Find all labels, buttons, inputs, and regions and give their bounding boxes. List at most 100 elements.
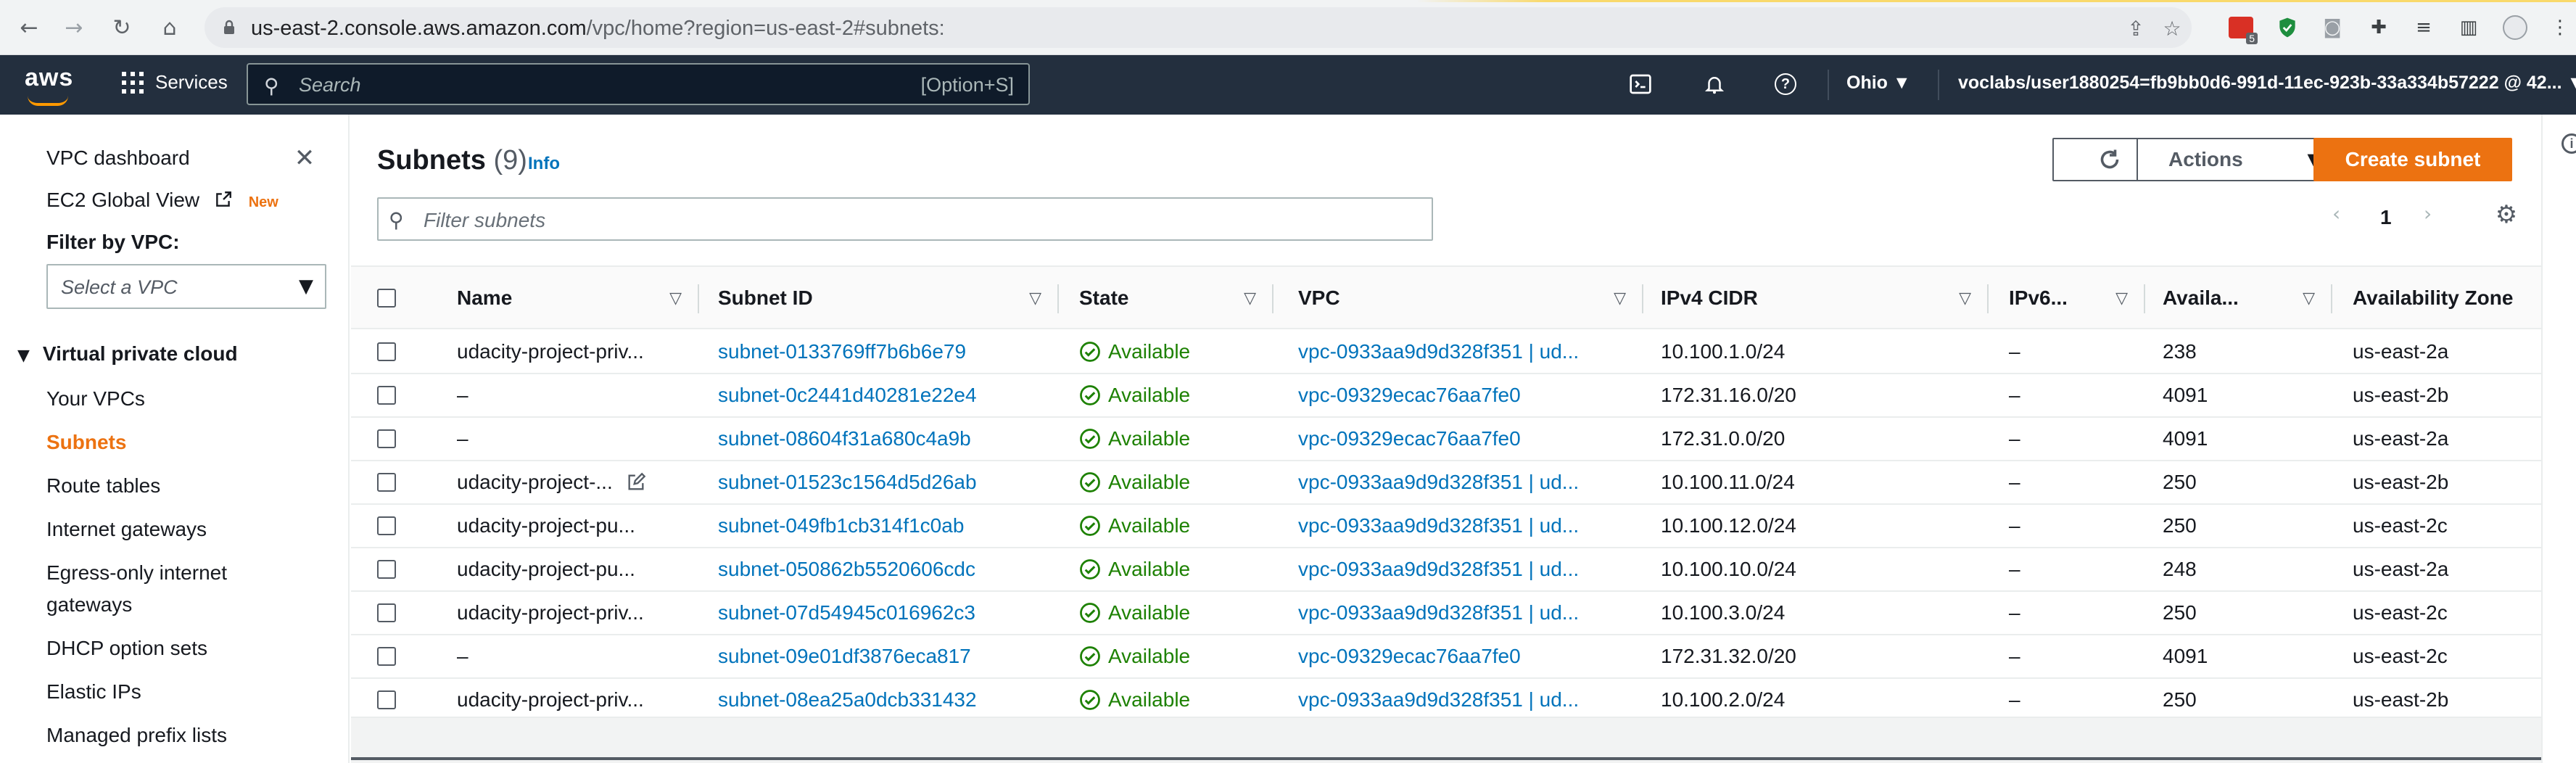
sidebar-item-your-vpcs[interactable]: Your VPCs: [46, 387, 145, 411]
table-row[interactable]: udacity-project-pu... subnet-049fb1cb314f…: [351, 505, 2541, 548]
browser-menu-icon[interactable]: ⋮: [2546, 13, 2575, 42]
row-checkbox[interactable]: [377, 342, 396, 361]
row-checkbox[interactable]: [377, 429, 396, 448]
bookmark-star-icon[interactable]: ☆: [2161, 17, 2183, 41]
cell-vpc-link[interactable]: vpc-09329ecac76aa7fe0: [1298, 635, 1639, 677]
cell-vpc-link[interactable]: vpc-0933aa9d9d328f351 | ud...: [1298, 461, 1639, 503]
cell-vpc-link[interactable]: vpc-0933aa9d9d328f351 | ud...: [1298, 679, 1639, 721]
cell-vpc-link[interactable]: vpc-09329ecac76aa7fe0: [1298, 418, 1639, 460]
page-number[interactable]: 1: [2380, 206, 2392, 229]
cell-name-text: –: [457, 645, 468, 667]
column-header-state[interactable]: State ▽: [1079, 267, 1272, 329]
table-row[interactable]: – subnet-0c2441d40281e22e4 Available vpc-09…: [351, 374, 2541, 418]
account-menu[interactable]: voclabs/user1880254=fb9bb0d6-991d-11ec-9…: [1958, 73, 2576, 94]
cell-vpc-link[interactable]: vpc-0933aa9d9d328f351 | ud...: [1298, 592, 1639, 634]
column-header-ipv6[interactable]: IPv6... ▽: [2009, 267, 2144, 329]
check-circle-icon: [1080, 516, 1100, 536]
table-row[interactable]: udacity-project-... subnet-01523c1564d5d2…: [351, 461, 2541, 505]
column-header-availability-zone[interactable]: Availability Zone: [2353, 267, 2541, 329]
aws-logo[interactable]: aws: [25, 64, 73, 106]
sort-icon: ▽: [1959, 289, 1971, 308]
global-search-input[interactable]: ⚲ Search [Option+S]: [247, 63, 1030, 105]
shield-extension-icon[interactable]: [2273, 13, 2302, 42]
row-checkbox[interactable]: [377, 516, 396, 535]
sidebar-toggle-icon[interactable]: ▥: [2454, 13, 2483, 42]
column-header-name[interactable]: Name ▽: [457, 267, 698, 329]
row-checkbox[interactable]: [377, 386, 396, 405]
puzzle-extensions-icon[interactable]: ✚: [2364, 13, 2393, 42]
extension-red-icon[interactable]: 5: [2226, 13, 2258, 44]
chevron-left-icon[interactable]: ‹: [2332, 202, 2340, 226]
forward-icon[interactable]: →: [59, 13, 88, 42]
create-subnet-button[interactable]: Create subnet: [2313, 138, 2512, 181]
column-header-available-ips[interactable]: Availa... ▽: [2163, 267, 2331, 329]
table-row[interactable]: – subnet-08604f31a680c4a9b Available vpc-09…: [351, 418, 2541, 461]
sidebar-item-internet-gateways[interactable]: Internet gateways: [46, 518, 207, 541]
cell-subnet-id-link[interactable]: subnet-07d54945c016962c3: [718, 592, 1052, 634]
cell-name: udacity-project-priv...: [457, 592, 667, 634]
cell-subnet-id-link[interactable]: subnet-09e01df3876eca817: [718, 635, 1052, 677]
table-row[interactable]: udacity-project-priv... subnet-07d54945c0…: [351, 592, 2541, 635]
cell-vpc-link[interactable]: vpc-0933aa9d9d328f351 | ud...: [1298, 505, 1639, 547]
sidebar-item-elastic-ips[interactable]: Elastic IPs: [46, 680, 141, 704]
help-icon[interactable]: ?: [1772, 71, 1799, 97]
cell-subnet-id-link[interactable]: subnet-050862b5520606cdc: [718, 548, 1052, 590]
sidebar-item-managed-prefix-lists[interactable]: Managed prefix lists: [46, 724, 227, 747]
sidebar-item-subnets[interactable]: Subnets: [46, 431, 126, 454]
close-icon[interactable]: ✕: [293, 144, 316, 173]
edit-icon[interactable]: [626, 472, 646, 492]
table-row[interactable]: – subnet-09e01df3876eca817 Available vpc-09…: [351, 635, 2541, 679]
cell-available-ips: 238: [2163, 331, 2329, 373]
cell-subnet-id-link[interactable]: subnet-08604f31a680c4a9b: [718, 418, 1052, 460]
sidebar-section-virtual-private-cloud[interactable]: ▼ Virtual private cloud: [17, 342, 238, 366]
camera-extension-icon[interactable]: ◙: [2318, 13, 2347, 42]
filter-subnets-input[interactable]: ⚲ Filter subnets: [377, 197, 1433, 241]
row-checkbox[interactable]: [377, 603, 396, 622]
reload-icon[interactable]: ↻: [107, 13, 136, 42]
bell-icon[interactable]: [1701, 71, 1727, 97]
cell-subnet-id-link[interactable]: subnet-0c2441d40281e22e4: [718, 374, 1052, 416]
cell-vpc-link[interactable]: vpc-0933aa9d9d328f351 | ud...: [1298, 331, 1639, 373]
column-header-ipv4-cidr[interactable]: IPv4 CIDR ▽: [1661, 267, 1987, 329]
services-menu[interactable]: Services: [122, 71, 228, 94]
sidebar-item-route-tables[interactable]: Route tables: [46, 474, 160, 498]
profile-avatar-icon[interactable]: [2501, 13, 2530, 42]
column-header-subnet-id[interactable]: Subnet ID ▽: [718, 267, 1057, 329]
sort-icon: ▽: [669, 289, 682, 308]
cell-subnet-id-link[interactable]: subnet-01523c1564d5d26ab: [718, 461, 1052, 503]
row-checkbox[interactable]: [377, 473, 396, 492]
media-playlist-icon[interactable]: ≡: [2409, 13, 2438, 42]
row-checkbox[interactable]: [377, 690, 396, 709]
address-bar[interactable]: us-east-2.console.aws.amazon.com/vpc/hom…: [205, 7, 2192, 48]
cell-vpc-link[interactable]: vpc-09329ecac76aa7fe0: [1298, 374, 1639, 416]
table-row[interactable]: udacity-project-pu... subnet-050862b55206…: [351, 548, 2541, 592]
share-icon[interactable]: ⇪: [2125, 17, 2147, 41]
caret-down-icon: ▼: [299, 276, 313, 297]
info-link[interactable]: Info: [528, 154, 560, 174]
cell-subnet-id-link[interactable]: subnet-08ea25a0dcb331432: [718, 679, 1052, 721]
sidebar-item-vpc-dashboard[interactable]: VPC dashboard: [46, 147, 190, 170]
vpc-filter-select[interactable]: Select a VPC ▼: [46, 264, 326, 309]
sidebar-item-egress-only-internet-gateways-line2[interactable]: gateways: [46, 593, 132, 616]
home-icon[interactable]: ⌂: [155, 13, 184, 42]
table-row[interactable]: udacity-project-priv... subnet-08ea25a0dc…: [351, 679, 2541, 722]
chevron-right-icon[interactable]: ›: [2424, 202, 2432, 226]
settings-gear-icon[interactable]: ⚙: [2492, 200, 2521, 229]
sidebar-item-ec2-global-view[interactable]: EC2 Global View New: [46, 189, 278, 212]
table-row[interactable]: udacity-project-priv... subnet-0133769ff7…: [351, 331, 2541, 374]
column-header-vpc[interactable]: VPC ▽: [1298, 267, 1642, 329]
row-checkbox[interactable]: [377, 647, 396, 666]
back-icon[interactable]: ←: [15, 13, 44, 42]
cell-subnet-id-link[interactable]: subnet-0133769ff7b6b6e79: [718, 331, 1052, 373]
sidebar-item-dhcp-option-sets[interactable]: DHCP option sets: [46, 637, 207, 660]
cell-ipv6-cidr-text: –: [2009, 384, 2020, 406]
cell-subnet-id-link-text: subnet-08ea25a0dcb331432: [718, 688, 977, 711]
select-all-checkbox[interactable]: [377, 289, 396, 308]
region-selector[interactable]: Ohio ▼: [1846, 73, 1911, 94]
row-checkbox[interactable]: [377, 560, 396, 579]
sidebar-item-egress-only-internet-gateways[interactable]: Egress-only internet: [46, 561, 227, 585]
cell-vpc-link[interactable]: vpc-0933aa9d9d328f351 | ud...: [1298, 548, 1639, 590]
cell-subnet-id-link[interactable]: subnet-049fb1cb314f1c0ab: [718, 505, 1052, 547]
cloudshell-icon[interactable]: [1627, 71, 1654, 97]
info-icon[interactable]: i: [2561, 133, 2576, 154]
